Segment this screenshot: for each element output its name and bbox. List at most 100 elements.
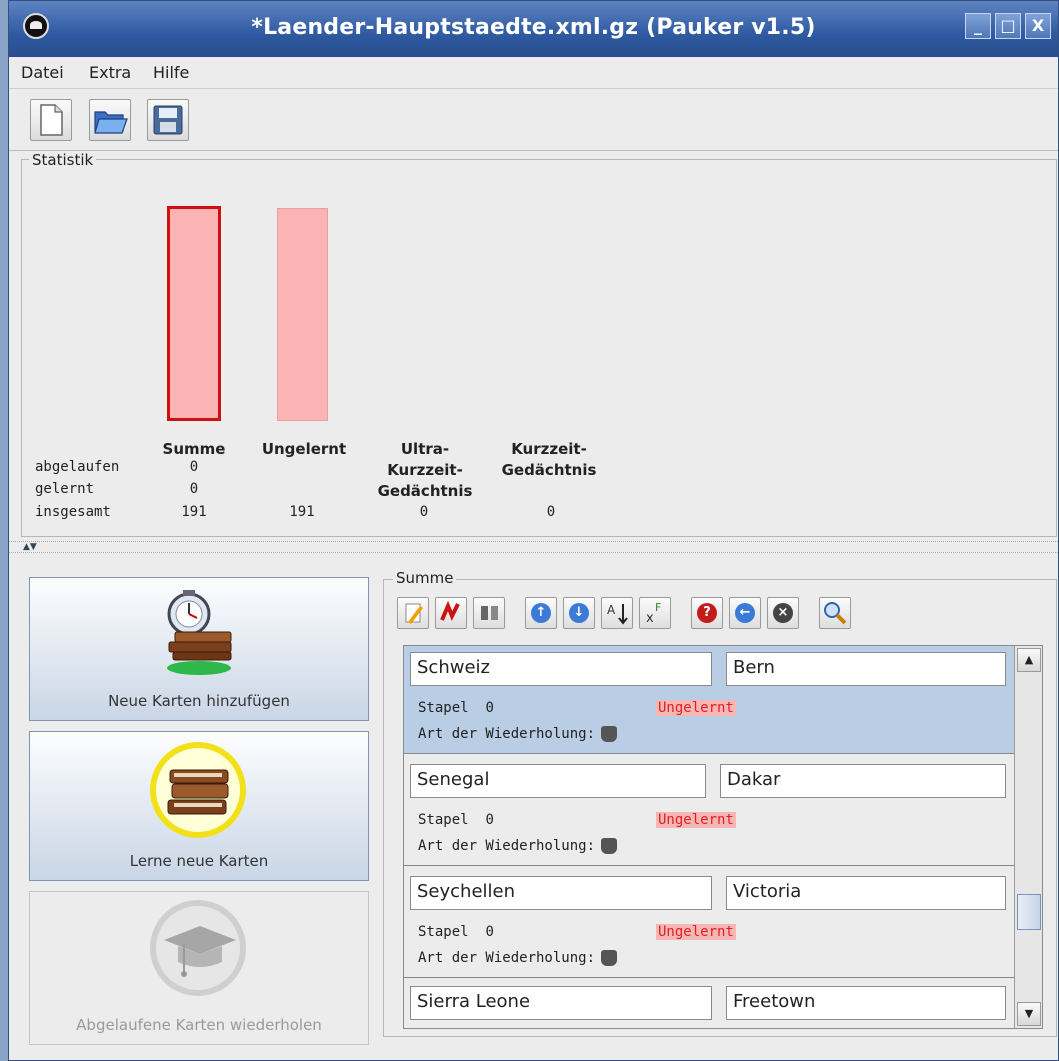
status-badge: Ungelernt <box>656 812 736 828</box>
card-stapel: Stapel 0 <box>418 700 494 716</box>
row-label-insgesamt: insgesamt <box>35 504 111 520</box>
stapel-value: 0 <box>485 812 494 828</box>
menu-extra[interactable]: Extra <box>89 63 131 82</box>
summe-gelernt-value: 0 <box>189 481 199 497</box>
move-up-button[interactable]: ↑ <box>525 597 557 629</box>
previous-button[interactable]: ← <box>729 597 761 629</box>
edit-icon <box>405 603 423 624</box>
stapel-label: Stapel <box>418 812 469 828</box>
card-item[interactable]: Seychellen Victoria Stapel 0 Ungelernt A… <box>404 866 1014 978</box>
card-stapel: Stapel 0 <box>418 924 494 940</box>
minimize-button[interactable]: _ <box>965 13 991 39</box>
remove-icon: × <box>773 603 793 623</box>
col-kurzzeit-header: Kurzzeit- Gedächtnis <box>501 440 597 479</box>
previous-icon: ← <box>735 603 755 623</box>
move-up-icon: ↑ <box>531 603 551 623</box>
save-floppy-icon <box>153 105 183 135</box>
col-ungelernt-header: Ungelernt <box>261 440 347 458</box>
save-button[interactable] <box>147 99 189 141</box>
stapel-value: 0 <box>485 924 494 940</box>
window-title: *Laender-Hauptstaedte.xml.gz (Pauker v1.… <box>251 15 816 40</box>
remove-button[interactable]: × <box>767 597 799 629</box>
stapel-label: Stapel <box>418 924 469 940</box>
repeat-type-label: Art der Wiederholung: <box>418 950 596 966</box>
sort-az-icon: A <box>607 603 628 625</box>
hand-icon[interactable] <box>601 838 618 854</box>
card-back-field[interactable]: Dakar <box>720 764 1006 798</box>
menu-datei[interactable]: Datei <box>21 63 64 82</box>
help-button[interactable]: ? <box>691 597 723 629</box>
repeat-expired-cards-label: Abgelaufene Karten wiederholen <box>76 1016 322 1034</box>
card-back-field[interactable]: Freetown <box>726 986 1006 1020</box>
scroll-up-button[interactable]: ▲ <box>1017 648 1041 672</box>
card-front-field[interactable]: Schweiz <box>410 652 712 686</box>
open-file-button[interactable] <box>89 99 131 141</box>
bar-ungelernt[interactable] <box>277 208 328 421</box>
stapel-value: 0 <box>485 700 494 716</box>
stopwatch-books-icon <box>167 590 232 675</box>
card-back-field[interactable]: Victoria <box>726 876 1006 910</box>
svg-text:A: A <box>607 603 616 617</box>
row-label-gelernt: gelernt <box>35 481 95 497</box>
add-cards-label: Neue Karten hinzufügen <box>108 692 290 710</box>
open-folder-icon <box>94 111 128 134</box>
statistik-title: Statistik <box>29 151 97 169</box>
hand-icon[interactable] <box>601 950 618 966</box>
card-front-field[interactable]: Seychellen <box>410 876 712 910</box>
scroll-down-button[interactable]: ▼ <box>1017 1002 1041 1026</box>
summe-abgelaufen-value: 0 <box>189 459 199 475</box>
reset-icon <box>440 600 460 621</box>
font-button[interactable]: xF <box>639 597 671 629</box>
card-list[interactable]: Schweiz Bern Stapel 0 Ungelernt Art der … <box>403 645 1043 1029</box>
stapel-label: Stapel <box>418 700 469 716</box>
summe-title: Summe <box>393 569 457 587</box>
help-icon: ? <box>697 603 717 623</box>
search-button[interactable] <box>819 597 851 629</box>
move-down-icon: ↓ <box>569 603 589 623</box>
ungelernt-insgesamt-value: 191 <box>289 504 315 520</box>
app-window: *Laender-Hauptstaedte.xml.gz (Pauker v1.… <box>8 0 1059 1061</box>
menu-hilfe[interactable]: Hilfe <box>153 63 189 82</box>
add-cards-button[interactable]: Neue Karten hinzufügen <box>29 577 369 721</box>
card-item[interactable]: Schweiz Bern Stapel 0 Ungelernt Art der … <box>404 646 1014 754</box>
col-summe-header: Summe <box>162 440 226 458</box>
status-badge: Ungelernt <box>656 700 736 716</box>
learn-new-cards-label: Lerne neue Karten <box>129 852 269 870</box>
repeat-type-label: Art der Wiederholung: <box>418 726 596 742</box>
split-pane-divider[interactable]: ▲▼ <box>9 541 1058 553</box>
card-front-field[interactable]: Sierra Leone <box>410 986 712 1020</box>
reset-card-button[interactable] <box>435 597 467 629</box>
card-back-field[interactable]: Bern <box>726 652 1006 686</box>
card-item[interactable]: Sierra Leone Freetown <box>404 978 1014 1028</box>
scroll-thumb[interactable] <box>1017 894 1041 930</box>
edit-card-button[interactable] <box>397 597 429 629</box>
maximize-button[interactable]: □ <box>995 13 1021 39</box>
repeat-expired-cards-button[interactable]: Abgelaufene Karten wiederholen <box>29 891 369 1045</box>
new-document-button[interactable] <box>30 99 72 141</box>
title-bar[interactable]: *Laender-Hauptstaedte.xml.gz (Pauker v1.… <box>9 1 1058 57</box>
move-down-button[interactable]: ↓ <box>563 597 595 629</box>
font-icon: xF <box>646 601 661 626</box>
new-document-icon <box>40 104 63 136</box>
card-list-scrollbar[interactable]: ▲ ▼ <box>1014 646 1042 1028</box>
hand-icon[interactable] <box>601 726 618 742</box>
learn-new-cards-button[interactable]: Lerne neue Karten <box>29 731 369 881</box>
summe-insgesamt-value: 191 <box>181 504 207 520</box>
close-button[interactable]: X <box>1025 13 1051 39</box>
card-front-field[interactable]: Senegal <box>410 764 706 798</box>
splitter-arrows-icon[interactable]: ▲▼ <box>23 542 37 552</box>
search-icon <box>824 602 847 625</box>
repeat-type-label: Art der Wiederholung: <box>418 838 596 854</box>
split-icon <box>481 606 498 620</box>
card-stapel: Stapel 0 <box>418 812 494 828</box>
bar-summe[interactable] <box>167 206 221 421</box>
sort-button[interactable]: A <box>601 597 633 629</box>
col-ultra-kurzzeit-header: Ultra- Kurzzeit- Gedächtnis <box>377 440 473 500</box>
split-card-button[interactable] <box>473 597 505 629</box>
graduation-cap-icon <box>150 900 246 996</box>
card-item[interactable]: Senegal Dakar Stapel 0 Ungelernt Art der… <box>404 754 1014 866</box>
menu-bar: Datei Extra Hilfe <box>9 57 1058 89</box>
svg-text:x: x <box>646 611 654 626</box>
ultra-kurzzeit-insgesamt-value: 0 <box>419 504 429 520</box>
books-icon <box>150 742 246 838</box>
